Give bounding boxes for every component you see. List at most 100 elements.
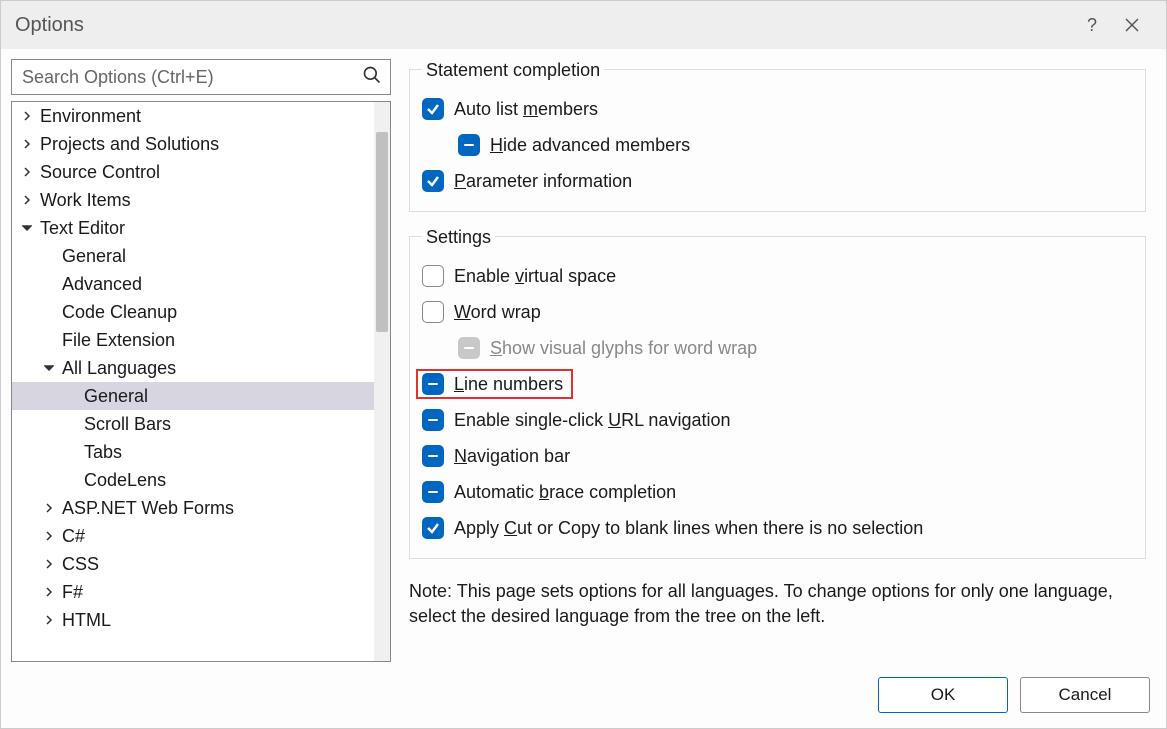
scroll-thumb[interactable] bbox=[376, 132, 388, 332]
word-wrap-option[interactable]: Word wrap bbox=[422, 294, 1133, 330]
tree-item-tabs[interactable]: Tabs bbox=[12, 438, 374, 466]
statement-completion-group: Statement completion Auto list members H… bbox=[409, 69, 1146, 212]
tree-item-code-cleanup[interactable]: Code Cleanup bbox=[12, 298, 374, 326]
tree-item-environment[interactable]: Environment bbox=[12, 102, 374, 130]
tree-item-source-control[interactable]: Source Control bbox=[12, 158, 374, 186]
group-title: Statement completion bbox=[422, 60, 604, 81]
tree-item-codelens[interactable]: CodeLens bbox=[12, 466, 374, 494]
ok-button[interactable]: OK bbox=[878, 677, 1008, 713]
option-label: Enable virtual space bbox=[454, 266, 616, 287]
tree-item-projects-and-solutions[interactable]: Projects and Solutions bbox=[12, 130, 374, 158]
navigation-bar-option[interactable]: Navigation bar bbox=[422, 438, 1133, 474]
chevron-right-icon[interactable] bbox=[42, 585, 56, 599]
window-title: Options bbox=[15, 14, 84, 37]
checkbox-empty-icon[interactable] bbox=[422, 301, 444, 323]
option-label: Show visual glyphs for word wrap bbox=[490, 338, 757, 359]
tree-item-label: CSS bbox=[62, 554, 99, 575]
checkbox-disabled-icon bbox=[458, 337, 480, 359]
highlight-annotation: Line numbers bbox=[416, 369, 573, 399]
tree-item-work-items[interactable]: Work Items bbox=[12, 186, 374, 214]
apply-cut-copy-blank-option[interactable]: Apply Cut or Copy to blank lines when th… bbox=[422, 510, 1133, 546]
tree-item-label: ASP.NET Web Forms bbox=[62, 498, 234, 519]
auto-list-members-option[interactable]: Auto list members bbox=[422, 91, 1133, 127]
checkbox-checked-icon[interactable] bbox=[422, 170, 444, 192]
checkbox-indeterminate-icon[interactable] bbox=[422, 409, 444, 431]
tree-item-label: Advanced bbox=[62, 274, 142, 295]
single-click-url-option[interactable]: Enable single-click URL navigation bbox=[422, 402, 1133, 438]
tree-item-general[interactable]: General bbox=[12, 242, 374, 270]
search-box[interactable] bbox=[11, 59, 391, 95]
tree-item-c-[interactable]: C# bbox=[12, 522, 374, 550]
option-label: Parameter information bbox=[454, 171, 632, 192]
tree-item-label: Projects and Solutions bbox=[40, 134, 219, 155]
tree-item-text-editor[interactable]: Text Editor bbox=[12, 214, 374, 242]
tree-item-label: C# bbox=[62, 526, 85, 547]
tree-item-label: Work Items bbox=[40, 190, 131, 211]
chevron-down-icon[interactable] bbox=[20, 221, 34, 235]
tree-item-label: All Languages bbox=[62, 358, 176, 379]
tree-item-label: General bbox=[84, 386, 148, 407]
enable-virtual-space-option[interactable]: Enable virtual space bbox=[422, 258, 1133, 294]
line-numbers-option[interactable]: Line numbers bbox=[422, 366, 1133, 402]
tree-item-html[interactable]: HTML bbox=[12, 606, 374, 634]
settings-group: Settings Enable virtual space Word wrap … bbox=[409, 236, 1146, 559]
tree-item-f-[interactable]: F# bbox=[12, 578, 374, 606]
hide-advanced-members-option[interactable]: Hide advanced members bbox=[422, 127, 1133, 163]
tree-item-label: Tabs bbox=[84, 442, 122, 463]
tree-item-label: General bbox=[62, 246, 126, 267]
checkbox-checked-icon[interactable] bbox=[422, 517, 444, 539]
checkbox-indeterminate-icon[interactable] bbox=[422, 373, 444, 395]
tree-item-label: F# bbox=[62, 582, 83, 603]
checkbox-indeterminate-icon[interactable] bbox=[422, 481, 444, 503]
search-icon bbox=[362, 65, 382, 90]
option-label: Line numbers bbox=[454, 374, 563, 395]
tree-item-label: HTML bbox=[62, 610, 111, 631]
option-label: Hide advanced members bbox=[490, 135, 690, 156]
tree-scrollbar[interactable] bbox=[374, 102, 390, 661]
chevron-right-icon[interactable] bbox=[42, 557, 56, 571]
checkbox-indeterminate-icon[interactable] bbox=[458, 134, 480, 156]
chevron-right-icon[interactable] bbox=[42, 529, 56, 543]
search-input[interactable] bbox=[22, 67, 362, 88]
chevron-right-icon[interactable] bbox=[20, 137, 34, 151]
tree-item-label: CodeLens bbox=[84, 470, 166, 491]
group-title: Settings bbox=[422, 227, 495, 248]
tree-item-label: Code Cleanup bbox=[62, 302, 177, 323]
tree-item-advanced[interactable]: Advanced bbox=[12, 270, 374, 298]
show-glyphs-option: Show visual glyphs for word wrap bbox=[422, 330, 1133, 366]
close-button[interactable] bbox=[1112, 5, 1152, 45]
tree-item-scroll-bars[interactable]: Scroll Bars bbox=[12, 410, 374, 438]
checkbox-indeterminate-icon[interactable] bbox=[422, 445, 444, 467]
tree-item-file-extension[interactable]: File Extension bbox=[12, 326, 374, 354]
option-label: Navigation bar bbox=[454, 446, 570, 467]
chevron-right-icon[interactable] bbox=[42, 613, 56, 627]
all-languages-note: Note: This page sets options for all lan… bbox=[409, 579, 1146, 629]
chevron-right-icon[interactable] bbox=[20, 165, 34, 179]
help-button[interactable]: ? bbox=[1072, 5, 1112, 45]
chevron-right-icon[interactable] bbox=[42, 501, 56, 515]
cancel-button[interactable]: Cancel bbox=[1020, 677, 1150, 713]
options-dialog: Options ? Environment Projects and Soluti… bbox=[0, 0, 1167, 729]
chevron-right-icon[interactable] bbox=[20, 193, 34, 207]
option-label: Apply Cut or Copy to blank lines when th… bbox=[454, 518, 923, 539]
tree-item-label: Environment bbox=[40, 106, 141, 127]
checkbox-checked-icon[interactable] bbox=[422, 98, 444, 120]
tree-item-label: Text Editor bbox=[40, 218, 125, 239]
option-label: Word wrap bbox=[454, 302, 541, 323]
tree-item-css[interactable]: CSS bbox=[12, 550, 374, 578]
option-label: Automatic brace completion bbox=[454, 482, 676, 503]
tree-item-all-languages[interactable]: All Languages bbox=[12, 354, 374, 382]
chevron-right-icon[interactable] bbox=[20, 109, 34, 123]
tree-item-general[interactable]: General bbox=[12, 382, 374, 410]
dialog-footer: OK Cancel bbox=[1, 662, 1166, 728]
option-label: Enable single-click URL navigation bbox=[454, 410, 730, 431]
tree-item-label: Source Control bbox=[40, 162, 160, 183]
tree-item-label: File Extension bbox=[62, 330, 175, 351]
parameter-information-option[interactable]: Parameter information bbox=[422, 163, 1133, 199]
titlebar: Options ? bbox=[1, 1, 1166, 49]
chevron-down-icon[interactable] bbox=[42, 361, 56, 375]
automatic-brace-option[interactable]: Automatic brace completion bbox=[422, 474, 1133, 510]
checkbox-empty-icon[interactable] bbox=[422, 265, 444, 287]
tree-item-asp-net-web-forms[interactable]: ASP.NET Web Forms bbox=[12, 494, 374, 522]
tree-item-label: Scroll Bars bbox=[84, 414, 171, 435]
